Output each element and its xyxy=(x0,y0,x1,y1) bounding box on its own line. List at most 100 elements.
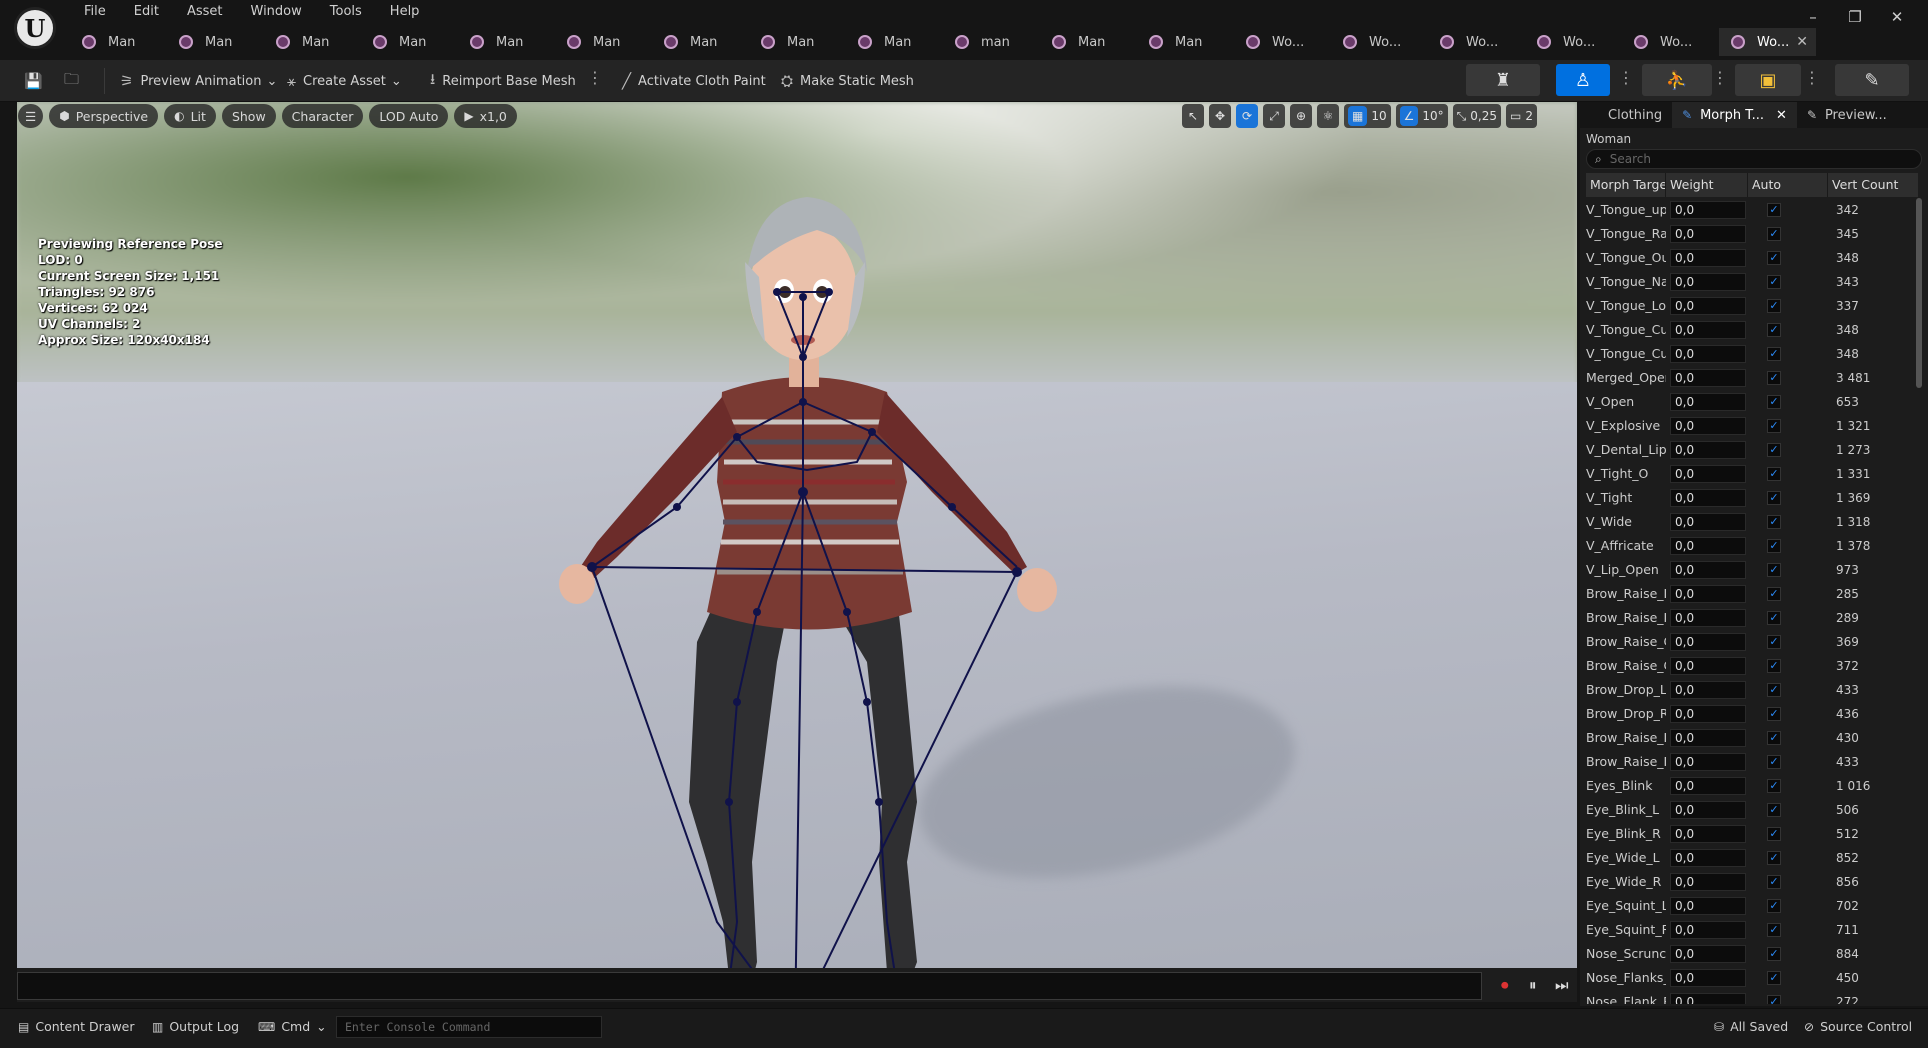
console-command-input[interactable]: Enter Console Command xyxy=(336,1016,602,1038)
weight-field[interactable]: 0,0 xyxy=(1670,609,1746,627)
morph-target-row[interactable]: Nose_Flanks_ 0,0 ✓ 450 xyxy=(1586,966,1918,990)
blueprint-mode-button[interactable]: ▣ xyxy=(1735,64,1801,96)
auto-checkbox[interactable]: ✓ xyxy=(1767,443,1781,457)
more-options-icon[interactable]: ⋮ xyxy=(587,68,603,87)
morph-target-row[interactable]: V_Tongue_Lov 0,0 ✓ 337 xyxy=(1586,294,1918,318)
weight-field[interactable]: 0,0 xyxy=(1670,465,1746,483)
content-drawer-button[interactable]: ▤ Content Drawer xyxy=(18,1019,135,1034)
document-tab[interactable]: Man xyxy=(1040,28,1137,56)
auto-checkbox[interactable]: ✓ xyxy=(1767,995,1781,1004)
activate-cloth-paint-button[interactable]: ╱ Activate Cloth Paint xyxy=(622,66,766,96)
auto-checkbox[interactable]: ✓ xyxy=(1767,971,1781,985)
lit-button[interactable]: ◐ Lit xyxy=(164,104,216,128)
morph-target-row[interactable]: Brow_Raise_C 0,0 ✓ 369 xyxy=(1586,630,1918,654)
make-static-mesh-button[interactable]: ⛭ Make Static Mesh xyxy=(781,66,914,96)
morph-target-row[interactable]: V_Tongue_Na 0,0 ✓ 343 xyxy=(1586,270,1918,294)
preview-animation-button[interactable]: ⚞ Preview Animation ⌄ xyxy=(120,66,277,96)
select-tool-icon[interactable]: ↖ xyxy=(1182,104,1204,128)
camera-speed-button[interactable]: ▭ 2 xyxy=(1506,104,1537,128)
morph-target-row[interactable]: V_Dental_Lip 0,0 ✓ 1 273 xyxy=(1586,438,1918,462)
document-tab[interactable]: Man xyxy=(1137,28,1234,56)
weight-field[interactable]: 0,0 xyxy=(1670,273,1746,291)
auto-checkbox[interactable]: ✓ xyxy=(1767,371,1781,385)
step-forward-icon[interactable]: ⏭ xyxy=(1555,976,1569,994)
morph-target-row[interactable]: Brow_Drop_Le 0,0 ✓ 433 xyxy=(1586,678,1918,702)
morph-target-row[interactable]: V_Tight 0,0 ✓ 1 369 xyxy=(1586,486,1918,510)
morph-target-row[interactable]: Brow_Drop_Ri 0,0 ✓ 436 xyxy=(1586,702,1918,726)
auto-checkbox[interactable]: ✓ xyxy=(1767,395,1781,409)
character-button[interactable]: Character xyxy=(281,104,364,128)
morph-target-row[interactable]: Nose_Scrunch 0,0 ✓ 884 xyxy=(1586,942,1918,966)
perspective-button[interactable]: ⬢ Perspective xyxy=(49,104,159,128)
morph-target-row[interactable]: Merged_Open 0,0 ✓ 3 481 xyxy=(1586,366,1918,390)
auto-checkbox[interactable]: ✓ xyxy=(1767,251,1781,265)
auto-checkbox[interactable]: ✓ xyxy=(1767,347,1781,361)
morph-target-row[interactable]: V_Tongue_Ou 0,0 ✓ 348 xyxy=(1586,246,1918,270)
auto-checkbox[interactable]: ✓ xyxy=(1767,491,1781,505)
grid-snap-button[interactable]: ▦ 10 xyxy=(1344,104,1391,128)
auto-checkbox[interactable]: ✓ xyxy=(1767,731,1781,745)
weight-field[interactable]: 0,0 xyxy=(1670,657,1746,675)
surface-snap-icon[interactable]: ⚛ xyxy=(1317,104,1339,128)
weight-field[interactable]: 0,0 xyxy=(1670,513,1746,531)
browse-button[interactable]: 🗀 xyxy=(64,66,86,96)
document-tab[interactable]: Wo... xyxy=(1428,28,1525,56)
unreal-logo-icon[interactable]: U xyxy=(14,7,56,49)
document-tab[interactable]: Man xyxy=(167,28,264,56)
morph-target-row[interactable]: V_Open 0,0 ✓ 653 xyxy=(1586,390,1918,414)
save-button[interactable]: 💾 xyxy=(24,66,50,96)
morph-target-row[interactable]: Brow_Raise_F 0,0 ✓ 433 xyxy=(1586,750,1918,774)
minimize-button[interactable]: – xyxy=(1792,8,1834,26)
morph-target-row[interactable]: V_Explosive 0,0 ✓ 1 321 xyxy=(1586,414,1918,438)
morph-target-row[interactable]: Brow_Raise_I 0,0 ✓ 285 xyxy=(1586,582,1918,606)
morph-target-row[interactable]: Nose_Flank_R 0,0 ✓ 272 xyxy=(1586,990,1918,1004)
morph-target-row[interactable]: Brow_Raise_L 0,0 ✓ 430 xyxy=(1586,726,1918,750)
column-header-auto[interactable]: Auto xyxy=(1748,173,1828,197)
morph-target-row[interactable]: V_Affricate 0,0 ✓ 1 378 xyxy=(1586,534,1918,558)
document-tab[interactable]: Wo... xyxy=(1234,28,1331,56)
weight-field[interactable]: 0,0 xyxy=(1670,345,1746,363)
morph-target-row[interactable]: V_Tongue_Cu 0,0 ✓ 348 xyxy=(1586,318,1918,342)
rotation-snap-button[interactable]: ∠ 10° xyxy=(1395,104,1448,128)
auto-checkbox[interactable]: ✓ xyxy=(1767,539,1781,553)
weight-field[interactable]: 0,0 xyxy=(1670,801,1746,819)
menu-window[interactable]: Window xyxy=(237,3,316,21)
lod-button[interactable]: LOD Auto xyxy=(369,104,449,128)
source-control-button[interactable]: ⊘ Source Control xyxy=(1804,1019,1912,1034)
document-tab[interactable]: man xyxy=(943,28,1040,56)
column-header-vert-count[interactable]: Vert Count xyxy=(1828,173,1918,197)
auto-checkbox[interactable]: ✓ xyxy=(1767,707,1781,721)
timeline-scrubber[interactable] xyxy=(17,972,1482,1000)
pause-icon[interactable]: ⏸ xyxy=(1529,976,1537,994)
weight-field[interactable]: 0,0 xyxy=(1670,585,1746,603)
column-header-weight[interactable]: Weight xyxy=(1666,173,1748,197)
weight-field[interactable]: 0,0 xyxy=(1670,777,1746,795)
tab-morph-targets[interactable]: ✎ Morph T... ✕ xyxy=(1672,102,1797,128)
auto-checkbox[interactable]: ✓ xyxy=(1767,563,1781,577)
weight-field[interactable]: 0,0 xyxy=(1670,873,1746,891)
document-tab[interactable]: Man xyxy=(361,28,458,56)
weight-field[interactable]: 0,0 xyxy=(1670,561,1746,579)
auto-checkbox[interactable]: ✓ xyxy=(1767,755,1781,769)
auto-checkbox[interactable]: ✓ xyxy=(1767,827,1781,841)
all-saved-button[interactable]: ⛁ All Saved xyxy=(1714,1019,1788,1034)
menu-file[interactable]: File xyxy=(70,3,120,21)
weight-field[interactable]: 0,0 xyxy=(1670,993,1746,1004)
auto-checkbox[interactable]: ✓ xyxy=(1767,299,1781,313)
auto-checkbox[interactable]: ✓ xyxy=(1767,419,1781,433)
morph-target-row[interactable]: V_Lip_Open 0,0 ✓ 973 xyxy=(1586,558,1918,582)
weight-field[interactable]: 0,0 xyxy=(1670,417,1746,435)
viewport-menu-button[interactable]: ☰ xyxy=(18,104,44,128)
morph-target-row[interactable]: Eye_Wide_R 0,0 ✓ 856 xyxy=(1586,870,1918,894)
cmd-dropdown[interactable]: ⌨ Cmd ⌄ xyxy=(258,1019,327,1034)
more-options-icon[interactable]: ⋮ xyxy=(1804,68,1820,87)
document-tab[interactable]: Man xyxy=(70,28,167,56)
auto-checkbox[interactable]: ✓ xyxy=(1767,779,1781,793)
show-button[interactable]: Show xyxy=(221,104,276,128)
tab-clothing[interactable]: Clothing xyxy=(1580,102,1672,128)
physics-mode-button[interactable]: ✎ xyxy=(1835,64,1909,96)
weight-field[interactable]: 0,0 xyxy=(1670,825,1746,843)
weight-field[interactable]: 0,0 xyxy=(1670,369,1746,387)
morph-target-row[interactable]: Eye_Wide_L 0,0 ✓ 852 xyxy=(1586,846,1918,870)
weight-field[interactable]: 0,0 xyxy=(1670,225,1746,243)
